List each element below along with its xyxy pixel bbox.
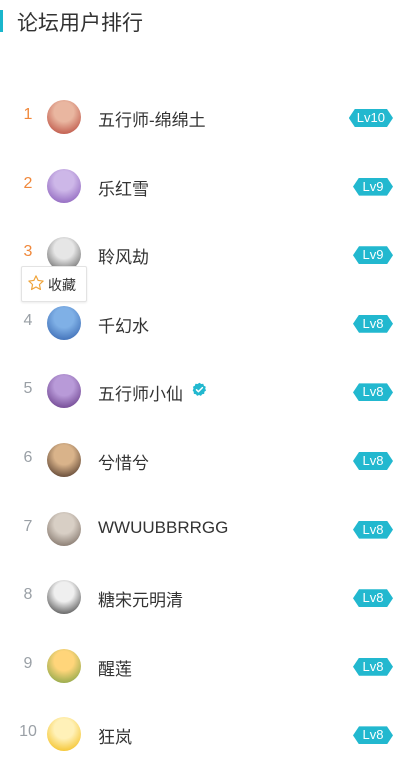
user-row[interactable]: 1 五行师-绵绵土 Lv10 (0, 84, 403, 152)
avatar[interactable] (47, 100, 81, 134)
level-badge: Lv8 (353, 452, 393, 470)
level-badge: Lv9 (353, 246, 393, 264)
page-header: 论坛用户排行 (0, 0, 403, 44)
user-row[interactable]: 9 醒莲 Lv8 (0, 633, 403, 701)
user-name[interactable]: 醒莲 (98, 655, 132, 680)
rank-number: 8 (23, 586, 33, 604)
rank-number: 5 (23, 380, 33, 398)
rank-number: 1 (23, 106, 33, 123)
rank-number: 2 (23, 174, 33, 192)
user-name[interactable]: WWUUBBRRGG (98, 518, 228, 538)
page-title: 论坛用户排行 (17, 12, 143, 35)
user-name[interactable]: 五行师小仙 (98, 380, 183, 405)
avatar[interactable] (47, 168, 81, 203)
user-row[interactable]: 6 兮惜兮 Lv8 (0, 427, 403, 495)
avatar[interactable] (47, 305, 81, 340)
rank-number: 10 (19, 723, 37, 741)
avatar[interactable] (47, 580, 81, 615)
user-name[interactable]: 狂岚 (98, 723, 132, 748)
rank-number: 3 (23, 243, 33, 261)
level-badge: Lv8 (353, 383, 393, 401)
user-row[interactable]: 2 乐红雪 Lv9 (0, 153, 403, 221)
user-row[interactable]: 7 WWUUBBRRGG Lv8 (0, 496, 403, 564)
user-name[interactable]: 千幻水 (98, 312, 149, 337)
rank-number: 4 (23, 311, 33, 329)
user-name[interactable]: 乐红雪 (98, 175, 149, 200)
user-row[interactable]: 5 五行师小仙 Lv8 (0, 358, 403, 426)
avatar[interactable] (47, 374, 81, 409)
avatar[interactable] (47, 511, 81, 546)
level-badge: Lv8 (353, 521, 393, 539)
level-badge: Lv8 (353, 315, 393, 333)
level-badge: Lv8 (353, 589, 393, 607)
star-icon (28, 275, 44, 291)
rank-number: 9 (23, 654, 33, 672)
favorite-button[interactable]: 收藏 (21, 266, 87, 302)
title-accent-bar (0, 10, 3, 32)
avatar[interactable] (47, 717, 81, 752)
user-row[interactable]: 10 狂岚 Lv8 (0, 701, 403, 769)
user-name[interactable]: 聆风劫 (98, 243, 149, 268)
avatar[interactable] (47, 443, 81, 477)
rank-number: 7 (23, 517, 33, 535)
level-badge: Lv8 (353, 658, 393, 676)
level-badge: Lv10 (349, 109, 393, 127)
level-badge: Lv9 (353, 178, 393, 196)
user-name[interactable]: 兮惜兮 (98, 449, 149, 474)
user-name[interactable]: 糖宋元明清 (98, 586, 183, 611)
level-badge: Lv8 (353, 726, 393, 744)
verified-badge-icon (192, 383, 207, 397)
rank-number: 6 (23, 449, 33, 466)
user-name[interactable]: 五行师-绵绵土 (98, 106, 206, 131)
avatar[interactable] (47, 648, 81, 683)
favorite-label: 收藏 (48, 277, 76, 293)
user-row[interactable]: 8 糖宋元明清 Lv8 (0, 564, 403, 632)
